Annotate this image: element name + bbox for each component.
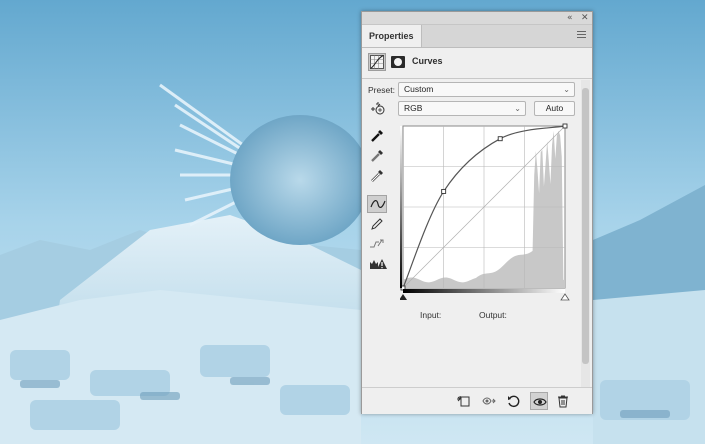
preset-label: Preset: xyxy=(368,85,395,95)
curves-graph[interactable] xyxy=(400,123,578,307)
gray-point-eyedropper-tool[interactable] xyxy=(367,147,387,165)
on-image-adjust-tool[interactable] xyxy=(367,100,387,118)
tab-properties[interactable]: Properties xyxy=(362,25,422,47)
channel-value: RGB xyxy=(404,103,423,113)
clipping-warning-icon xyxy=(370,259,387,269)
adjustment-header: Curves xyxy=(368,51,588,73)
pencil-icon xyxy=(371,218,383,230)
black-point-eyedropper-tool[interactable] xyxy=(367,127,387,145)
delete-button[interactable] xyxy=(554,392,572,410)
curve-point-3[interactable] xyxy=(562,123,568,129)
panel-scrollbar[interactable] xyxy=(581,80,590,394)
curve-point-2[interactable] xyxy=(497,136,503,142)
curve-point-tool[interactable] xyxy=(367,195,387,213)
clip-to-layer-button[interactable] xyxy=(454,392,472,410)
reset-button[interactable] xyxy=(504,392,522,410)
output-gradient-bar xyxy=(400,126,402,288)
divider xyxy=(362,78,592,79)
scrollbar-thumb[interactable] xyxy=(582,88,589,364)
panel-tab-row: Properties xyxy=(362,25,592,48)
curve-point-icon xyxy=(370,200,386,208)
clip-to-layer-icon xyxy=(457,396,470,407)
close-panel-button[interactable]: ✕ xyxy=(581,12,589,24)
trash-icon xyxy=(558,395,568,408)
channel-dropdown[interactable]: RGB ⌄ xyxy=(398,101,526,116)
on-image-adjust-icon xyxy=(371,102,385,115)
reset-icon xyxy=(508,395,520,408)
input-gradient-bar xyxy=(403,289,565,293)
white-input-slider[interactable] xyxy=(560,293,570,301)
curve-point-1[interactable] xyxy=(441,188,447,194)
black-input-slider[interactable] xyxy=(400,294,407,300)
visibility-toggle[interactable] xyxy=(530,392,548,410)
view-previous-icon xyxy=(482,397,496,405)
panel-titlebar[interactable]: « ✕ xyxy=(362,12,592,25)
white-point-eyedropper-tool[interactable] xyxy=(367,167,387,185)
view-previous-button[interactable] xyxy=(480,392,498,410)
black-point-eyedropper-icon xyxy=(371,130,383,142)
preset-value: Custom xyxy=(404,84,434,94)
background-photo xyxy=(0,0,705,444)
chevron-down-icon: ⌄ xyxy=(563,85,570,94)
smooth-curve-tool[interactable] xyxy=(367,235,387,253)
panel-menu-icon[interactable] xyxy=(577,31,586,40)
input-label: Input: xyxy=(420,310,442,320)
gray-point-eyedropper-icon xyxy=(371,150,383,162)
collapse-panel-button[interactable]: « xyxy=(567,12,573,24)
smooth-curve-icon xyxy=(370,239,384,248)
layer-mask-icon[interactable] xyxy=(389,53,407,71)
clipping-warning-tool[interactable] xyxy=(367,255,387,273)
pencil-tool[interactable] xyxy=(367,215,387,233)
auto-button[interactable]: Auto xyxy=(534,101,575,116)
white-point-eyedropper-icon xyxy=(371,170,383,182)
adjustment-title: Curves xyxy=(412,56,443,66)
output-label: Output: xyxy=(479,310,507,320)
visibility-eye-icon xyxy=(533,398,547,406)
panel-footer xyxy=(362,387,592,414)
preset-dropdown[interactable]: Custom ⌄ xyxy=(398,82,575,97)
chevron-down-icon: ⌄ xyxy=(514,104,521,113)
properties-panel: « ✕ Properties Curves Preset: Custom ⌄ R… xyxy=(361,11,593,414)
adjustment-curves-icon[interactable] xyxy=(368,53,386,71)
